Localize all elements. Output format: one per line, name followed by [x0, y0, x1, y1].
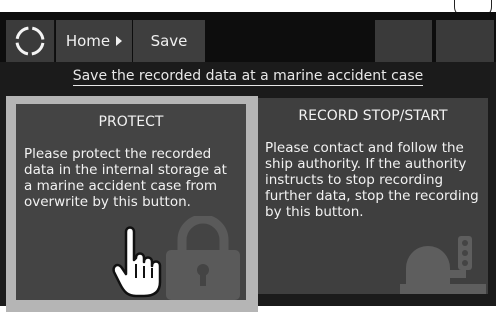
home-button[interactable]: Home — [56, 20, 132, 62]
instruction-heading: Save the recorded data at a marine accid… — [0, 68, 496, 86]
protect-button[interactable]: PROTECT Please protect the recorded data… — [16, 104, 246, 300]
caret-right-icon — [116, 36, 123, 46]
empty-toolbar-slot-1[interactable] — [375, 20, 432, 62]
protect-title: PROTECT — [98, 114, 164, 130]
save-button[interactable]: Save — [133, 20, 205, 62]
app-screen: Home Save Save the recorded data at a ma… — [0, 12, 496, 312]
logo-ring-icon — [14, 25, 46, 57]
instruction-text: Save the recorded data at a marine accid… — [72, 68, 424, 86]
record-title: RECORD STOP/START — [298, 108, 448, 124]
record-description: Please contact and follow the ship autho… — [265, 140, 479, 220]
hand-pointer-icon — [112, 226, 162, 298]
home-button-label: Home — [65, 32, 111, 50]
recorder-silhouette-icon — [400, 236, 486, 294]
save-button-label: Save — [150, 32, 188, 50]
logo-button[interactable] — [6, 20, 55, 62]
protect-description: Please protect the recorded data in the … — [24, 146, 227, 210]
padlock-icon — [166, 216, 240, 300]
record-stop-start-button[interactable]: RECORD STOP/START Please contact and fol… — [258, 98, 488, 294]
empty-toolbar-slot-2[interactable] — [436, 20, 494, 62]
